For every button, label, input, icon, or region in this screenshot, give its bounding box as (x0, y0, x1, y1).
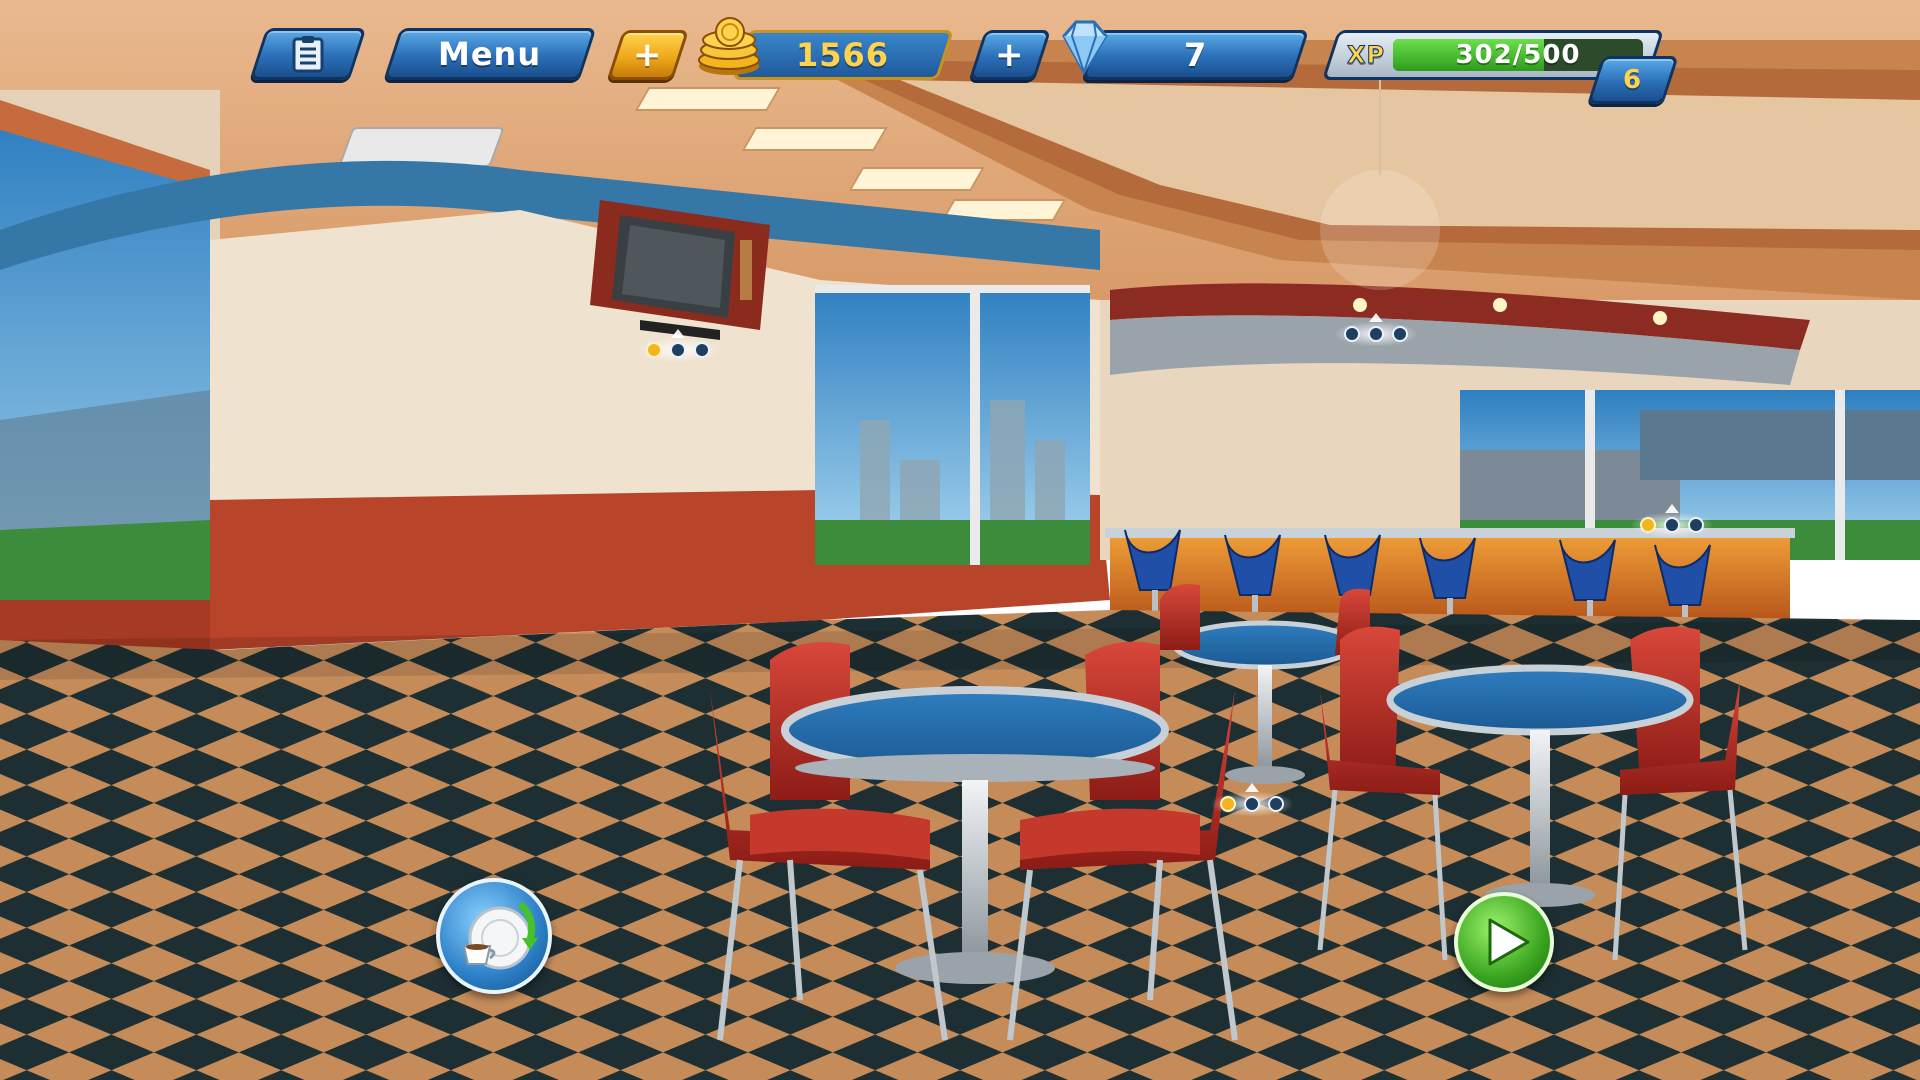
tasks-button[interactable] (249, 28, 367, 80)
indicator-dot (1392, 326, 1408, 342)
gems-amount: 7 (1183, 36, 1208, 74)
indicator-dot (1268, 796, 1284, 812)
indicator-dot-filled (1220, 796, 1236, 812)
indicator-dot (1664, 517, 1680, 533)
clipboard-icon (291, 35, 325, 73)
level-badge: 6 (1587, 56, 1679, 104)
add-coins-button[interactable]: + (606, 30, 690, 80)
indicator-dot (1368, 326, 1384, 342)
indicator-dot-filled (1640, 517, 1656, 533)
indicator-dot (694, 342, 710, 358)
top-hud: Menu + 1566 + 7 XP 302/500 6 (0, 0, 1920, 120)
menu-button-label: Menu (438, 35, 542, 73)
coins-amount: 1566 (796, 36, 890, 74)
dishes-button[interactable] (436, 878, 552, 994)
plate-cup-icon (450, 894, 538, 978)
table-slot-indicator[interactable] (1212, 783, 1292, 816)
lamp-slot-indicator[interactable] (1336, 313, 1416, 346)
tv-slot-indicator[interactable] (638, 329, 718, 362)
indicator-dot-filled (646, 342, 662, 358)
diner-scene (0, 0, 1920, 1080)
plus-icon: + (633, 35, 663, 75)
coin-stack-icon (694, 14, 764, 80)
menu-button[interactable]: Menu (383, 28, 597, 80)
level-number: 6 (1623, 65, 1643, 95)
play-icon (1486, 918, 1530, 966)
play-button[interactable] (1454, 892, 1554, 992)
indicator-dot (670, 342, 686, 358)
indicator-dot (1344, 326, 1360, 342)
indicator-dot (1244, 796, 1260, 812)
coins-counter: 1566 (731, 30, 955, 80)
xp-label: XP (1347, 41, 1386, 70)
bar-slot-indicator[interactable] (1632, 504, 1712, 537)
plus-icon: + (995, 35, 1025, 75)
add-gems-button[interactable]: + (968, 30, 1052, 80)
indicator-dot (1688, 517, 1704, 533)
diamond-icon (1052, 14, 1116, 78)
